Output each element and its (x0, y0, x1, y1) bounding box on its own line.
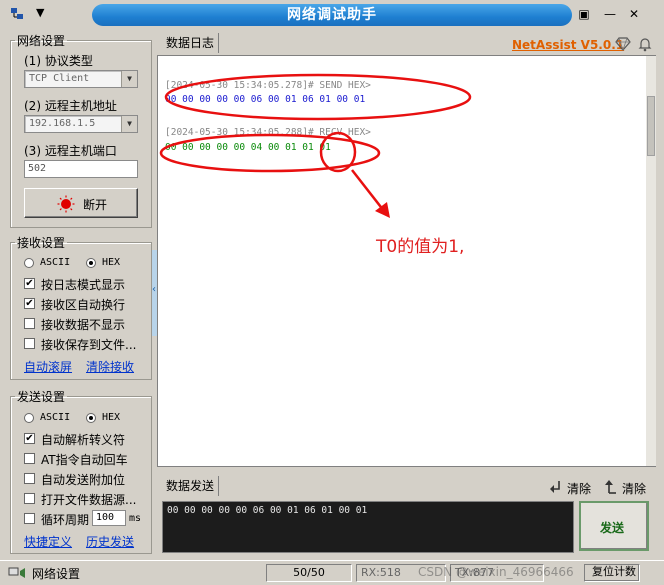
send-option-checkbox-0[interactable]: ✔ (24, 433, 35, 444)
pin-button[interactable]: ▣ (576, 6, 592, 22)
send-option-label-4: 循环周期 (41, 513, 90, 527)
receive-settings-title: 接收设置 (17, 236, 66, 250)
close-button[interactable]: ✕ (626, 6, 642, 22)
send-input-area[interactable]: 00 00 00 00 00 06 00 01 06 01 00 01 (162, 501, 574, 553)
annotation-arrow-line (351, 169, 385, 212)
cycle-unit: ms (129, 513, 142, 524)
status-counter: 50/50 (266, 564, 352, 582)
disconnect-label: 断开 (83, 198, 108, 212)
diamond-icon[interactable] (614, 37, 632, 51)
clear-log-button[interactable]: 清除 (567, 480, 591, 497)
collapse-arrow-icon: ‹ (152, 284, 156, 295)
connection-status-icon (57, 195, 75, 213)
scrollbar-thumb[interactable] (647, 96, 655, 156)
recv-option-label-0: 按日志模式显示 (41, 278, 126, 292)
clear-send-icon[interactable] (603, 479, 619, 495)
protocol-label: (1) 协议类型 (24, 54, 93, 68)
bell-icon[interactable] (637, 36, 653, 52)
send-option-label-2: 自动发送附加位 (41, 473, 126, 487)
send-ascii-radio[interactable] (24, 413, 34, 423)
send-input-text: 00 00 00 00 00 06 00 01 06 01 00 01 (167, 505, 368, 516)
csdn-watermark: CSDN @weixin_46966466 (418, 565, 574, 579)
data-log-area[interactable]: [2024-05-30 15:34:05.278]# SEND HEX> 00 … (157, 55, 656, 467)
minimize-button[interactable]: — (602, 6, 618, 22)
send-option-label-0: 自动解析转义符 (41, 433, 126, 447)
recv-option-checkbox-2[interactable] (24, 318, 35, 329)
recv-option-checkbox-0[interactable]: ✔ (24, 278, 35, 289)
window-title: 网络调试助手 (92, 4, 572, 26)
recv-hex-label: HEX (102, 257, 121, 268)
clear-receive-link[interactable]: 清除接收 (86, 358, 134, 375)
recv-option-checkbox-1[interactable]: ✔ (24, 298, 35, 309)
network-status-icon (8, 567, 25, 578)
send-highlight-ellipse (164, 73, 472, 121)
network-settings-title: 网络设置 (17, 34, 66, 48)
status-label: 网络设置 (32, 567, 81, 581)
chevron-down-icon[interactable]: ▼ (121, 71, 137, 87)
disconnect-button[interactable]: 断开 (24, 188, 138, 218)
send-option-label-1: AT指令自动回车 (41, 453, 128, 467)
send-option-checkbox-4[interactable] (24, 513, 35, 524)
host-value: 192.168.1.5 (29, 118, 96, 129)
annotation-text: T0的值为1, (376, 237, 465, 257)
host-label: (2) 远程主机地址 (24, 99, 117, 113)
send-ascii-label: ASCII (40, 412, 71, 423)
recv-highlight-ellipse (159, 133, 381, 173)
annotation-arrow-head (375, 202, 390, 218)
tab-data-send[interactable]: 数据发送 (162, 476, 220, 496)
auto-scroll-link[interactable]: 自动滚屏 (24, 358, 72, 375)
shortcut-define-link[interactable]: 快捷定义 (24, 533, 72, 550)
port-label: (3) 远程主机端口 (24, 144, 117, 158)
recv-option-checkbox-3[interactable] (24, 338, 35, 349)
send-button[interactable]: 发送 (579, 501, 649, 551)
port-input[interactable]: 502 (24, 160, 138, 178)
recv-option-label-1: 接收区自动换行 (41, 298, 126, 312)
system-menu-arrow[interactable]: ▼ (36, 6, 44, 19)
log-scrollbar[interactable] (646, 56, 656, 466)
chevron-down-icon[interactable]: ▼ (121, 116, 137, 132)
cycle-period-input[interactable]: 100 (92, 510, 126, 526)
reset-counter-button[interactable]: 复位计数 (584, 564, 640, 582)
title-bar: ▼ 网络调试助手 ▣ — ✕ (0, 0, 664, 30)
host-select[interactable]: 192.168.1.5 ▼ (24, 115, 138, 133)
recv-ascii-radio[interactable] (24, 258, 34, 268)
send-option-checkbox-3[interactable] (24, 493, 35, 504)
send-settings-title: 发送设置 (17, 390, 66, 404)
protocol-value: TCP Client (29, 73, 90, 84)
history-send-link[interactable]: 历史发送 (86, 533, 134, 550)
annotation-overlay (159, 73, 472, 218)
recv-hex-radio[interactable] (86, 258, 96, 268)
send-hex-radio[interactable] (86, 413, 96, 423)
recv-ascii-label: ASCII (40, 257, 71, 268)
brand-link[interactable]: NetAssist V5.0.1 (512, 38, 624, 52)
protocol-select[interactable]: TCP Client ▼ (24, 70, 138, 88)
recv-option-label-3: 接收保存到文件... (41, 338, 137, 352)
send-button-label: 发送 (600, 521, 625, 535)
status-bar: 网络设置 50/50 RX:518 TX:877 复位计数 CSDN @weix… (0, 560, 664, 585)
send-option-label-3: 打开文件数据源... (41, 493, 137, 507)
tab-data-log[interactable]: 数据日志 (162, 33, 220, 53)
send-hex-label: HEX (102, 412, 121, 423)
send-option-checkbox-1[interactable] (24, 453, 35, 464)
recv-option-label-2: 接收数据不显示 (41, 318, 126, 332)
clear-log-icon[interactable] (548, 479, 564, 495)
send-option-checkbox-2[interactable] (24, 473, 35, 484)
clear-send-button[interactable]: 清除 (622, 480, 646, 497)
app-icon[interactable] (10, 7, 24, 21)
